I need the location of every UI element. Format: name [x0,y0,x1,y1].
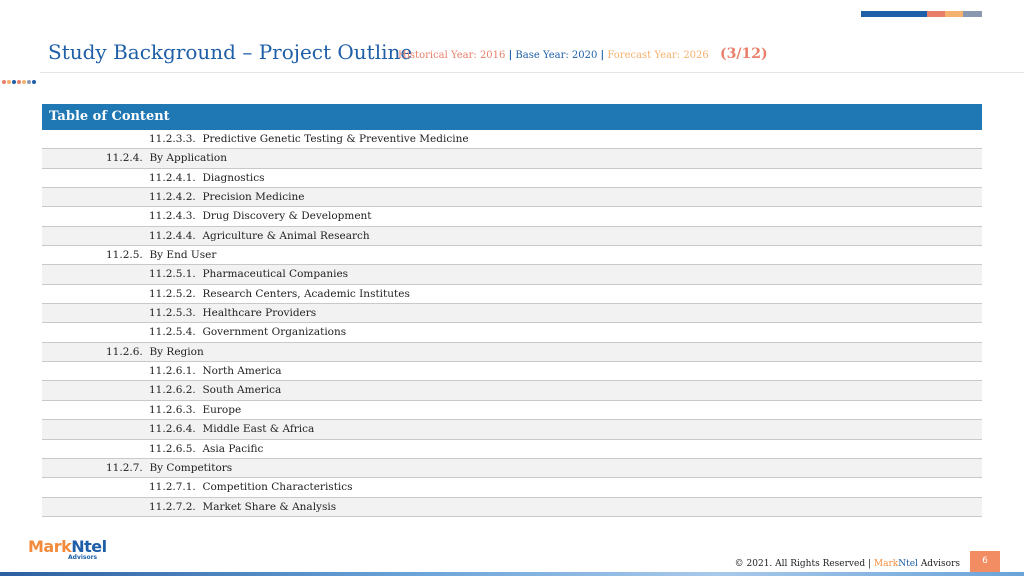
toc-row-number: 11.2.6.1. [149,365,196,378]
toc-row: 11.2.7.1. Competition Characteristics [42,478,982,498]
section-page-indicator: (3/12) [720,46,768,62]
year-legend: Historical Year: 2016 | Base Year: 2020 … [398,50,709,61]
toc-row: 11.2.5. By End User [42,246,982,266]
toc-row-text: Healthcare Providers [202,307,317,320]
toc-row-number: 11.2.5.4. [149,326,196,339]
header-divider [40,72,1024,73]
toc-row-text: Agriculture & Animal Research [202,229,370,242]
toc-row: 11.2.6.2. South America [42,381,982,401]
toc-row: 11.2.6.5. Asia Pacific [42,440,982,459]
toc-row-number: 11.2.4.1. [149,171,196,184]
toc-row-text: By Region [149,345,204,358]
toc-row-text: Predictive Genetic Testing & Preventive … [202,133,469,145]
table-heading: Table of Content [42,104,982,130]
toc-row-number: 11.2.6.5. [149,442,196,455]
toc-row: 11.2.5.3. Healthcare Providers [42,304,982,324]
toc-row-number: 11.2.3.3. [149,133,196,145]
toc-row-number: 11.2.6.3. [149,403,196,416]
toc-row-number: 11.2.5. [106,249,143,262]
toc-row: 11.2.5.2. Research Centers, Academic Ins… [42,285,982,305]
toc-row-text: Diagnostics [202,171,265,184]
page-number-badge: 6 [970,551,1000,573]
year-separator: | [600,50,605,61]
forecast-year: Forecast Year: 2026 [607,50,709,61]
toc-row-number: 11.2.7. [106,461,143,474]
toc-row-number: 11.2.4.4. [149,229,196,242]
footer-copyright: © 2021. All Rights Reserved | MarkNtel A… [734,559,960,569]
toc-row: 11.2.6. By Region [42,342,982,363]
toc-row-number: 11.2.4.3. [149,210,196,223]
toc-row: 11.2.6.3. Europe [42,401,982,421]
marknetel-logo: MarkNtel Advisors [28,537,107,561]
toc-row: 11.2.4.1. Diagnostics [42,169,982,189]
toc-row: 11.2.5.1. Pharmaceutical Companies [42,265,982,285]
toc-rows: 11.2.3.3. Predictive Genetic Testing & P… [42,130,982,517]
historical-year: Historical Year: 2016 [398,50,506,61]
toc-row: 11.2.4.2. Precision Medicine [42,188,982,208]
toc-row-number: 11.2.4.2. [149,191,196,204]
toc-row-text: By Application [149,152,227,165]
toc-row-text: North America [202,365,282,378]
toc-row-text: Government Organizations [202,326,347,339]
toc-row-text: Market Share & Analysis [202,500,337,513]
toc-row: 11.2.7.2. Market Share & Analysis [42,497,982,517]
toc-row-text: Competition Characteristics [202,481,353,494]
toc-row-text: By Competitors [149,461,233,474]
toc-row-text: South America [202,384,282,397]
toc-row-number: 11.2.7.1. [149,481,196,494]
toc-row: 11.2.4. By Application [42,149,982,169]
toc-row-number: 11.2.6. [106,345,143,358]
toc-row-text: Precision Medicine [202,191,305,204]
toc-row-number: 11.2.4. [106,152,143,165]
toc-row-text: Research Centers, Academic Institutes [202,287,410,300]
toc-row-number: 11.2.5.3. [149,307,196,320]
toc-row: 11.2.3.3. Predictive Genetic Testing & P… [42,130,982,150]
table-of-content: Table of Content 11.2.3.3. Predictive Ge… [42,104,982,517]
page-title: Study Background – Project Outline [48,40,413,64]
toc-row: 11.2.4.4. Agriculture & Animal Research [42,226,982,247]
bottom-accent-bar [0,572,1024,576]
toc-row-number: 11.2.5.2. [149,287,196,300]
toc-row-number: 11.2.7.2. [149,500,196,513]
year-separator: | [508,50,513,61]
toc-row-text: Asia Pacific [202,442,264,455]
toc-row: 11.2.5.4. Government Organizations [42,323,982,343]
toc-row: 11.2.6.4. Middle East & Africa [42,420,982,440]
toc-row-text: Pharmaceutical Companies [202,268,349,281]
toc-row: 11.2.7. By Competitors [42,458,982,479]
base-year: Base Year: 2020 [515,50,598,61]
toc-row-number: 11.2.5.1. [149,268,196,281]
toc-row-number: 11.2.6.2. [149,384,196,397]
decorative-dots [2,69,37,88]
toc-row-text: Europe [202,403,242,416]
toc-row: 11.2.6.1. North America [42,362,982,382]
toc-row: 11.2.4.3. Drug Discovery & Development [42,207,982,227]
toc-row-text: Middle East & Africa [202,423,315,436]
toc-row-number: 11.2.6.4. [149,423,196,436]
toc-row-text: By End User [149,249,217,262]
toc-row-text: Drug Discovery & Development [202,210,372,223]
